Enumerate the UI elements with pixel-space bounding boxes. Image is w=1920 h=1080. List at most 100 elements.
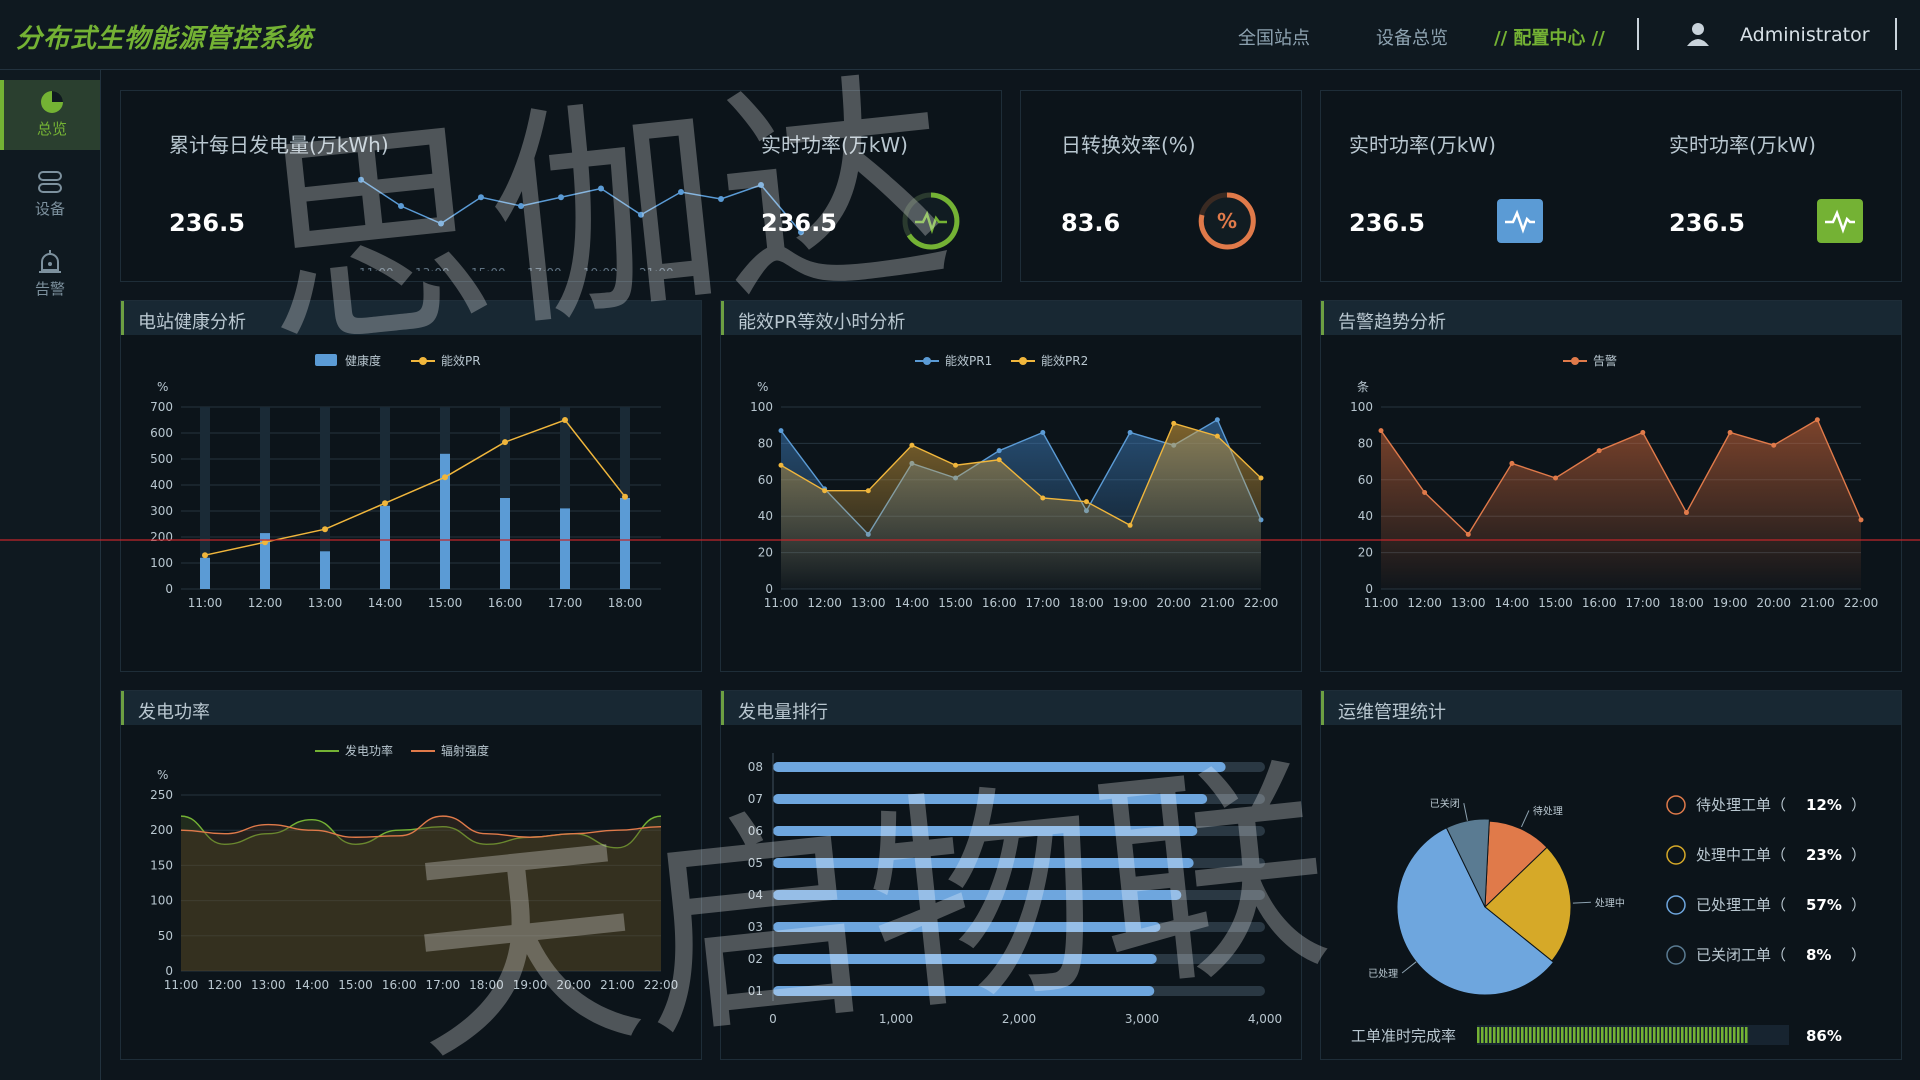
- series-point: [1683, 510, 1689, 516]
- completion-tick: [1485, 1027, 1488, 1043]
- y-tick-label: 60: [758, 473, 773, 487]
- x-tick-label: 22:00: [1244, 596, 1279, 610]
- power-value-1: 236.5: [761, 209, 837, 237]
- series-point: [1171, 420, 1177, 426]
- completion-tick: [1601, 1027, 1604, 1043]
- series-point: [1771, 442, 1777, 448]
- y-tick-label: 40: [758, 509, 773, 523]
- ops-legend-pct: 12%: [1806, 796, 1842, 814]
- x-tick-label: 11:00: [188, 596, 223, 610]
- x-tick-label: 0: [769, 1012, 777, 1026]
- completion-tick: [1641, 1027, 1644, 1043]
- series-point: [1596, 448, 1602, 454]
- y-tick-label: 200: [150, 530, 173, 544]
- close-circle-icon: [1666, 945, 1686, 965]
- completion-tick: [1565, 1027, 1568, 1043]
- completion-tick: [1513, 1027, 1516, 1043]
- sparkline-x-label: 19:00: [583, 266, 618, 271]
- sparkline-point: [478, 194, 484, 201]
- rank-bar: [773, 922, 1161, 932]
- sidebar-item-label: 总览: [36, 120, 67, 138]
- x-tick-label: 18:00: [1069, 596, 1104, 610]
- rank-bar: [773, 762, 1226, 772]
- x-tick-label: 15:00: [938, 596, 973, 610]
- pr-point: [562, 417, 568, 423]
- top-bar: 分布式生物能源管控系统 全国站点 设备总览 // 配置中心 // Adminis…: [0, 0, 1920, 70]
- series-point: [1640, 429, 1646, 435]
- sparkline-x-label: 11:00: [359, 266, 394, 271]
- y-tick-label: 04: [748, 888, 763, 902]
- health-bar: [500, 498, 510, 589]
- completion-tick: [1597, 1027, 1600, 1043]
- completion-tick: [1557, 1027, 1560, 1043]
- pie-leader: [1463, 803, 1468, 821]
- y-tick-label: 80: [758, 436, 773, 450]
- sidebar-item-overview[interactable]: 总览: [0, 80, 100, 150]
- completion-tick: [1725, 1027, 1728, 1043]
- y-tick-label: 200: [150, 823, 173, 837]
- legend-label: 发电功率: [345, 743, 393, 758]
- completion-tick: [1613, 1027, 1616, 1043]
- x-tick-label: 19:00: [1113, 596, 1148, 610]
- y-tick-label: 0: [1365, 582, 1373, 596]
- pulse-blue-icon: [1497, 199, 1543, 243]
- completion-tick: [1517, 1027, 1520, 1043]
- completion-tick: [1545, 1027, 1548, 1043]
- completion-tick: [1561, 1027, 1564, 1043]
- x-tick-label: 20:00: [556, 978, 591, 992]
- series-point: [1214, 433, 1220, 439]
- nav-config-center[interactable]: // 配置中心 //: [1494, 24, 1605, 50]
- pie-leader: [1401, 961, 1417, 974]
- completion-tick: [1489, 1027, 1492, 1043]
- health-bar: [380, 505, 390, 589]
- series-point: [778, 462, 784, 468]
- completion-tick: [1721, 1027, 1724, 1043]
- x-tick-label: 14:00: [895, 596, 930, 610]
- sidebar-item-alarms[interactable]: 告警: [0, 240, 100, 310]
- kpi-panel-efficiency: 日转换效率(%) 83.6 %: [1020, 90, 1302, 282]
- health-title: 电站健康分析: [138, 312, 246, 333]
- nav-national-sites[interactable]: 全国站点: [1238, 24, 1310, 50]
- ops-legend-close: ）: [1851, 796, 1866, 814]
- sparkline-line: [360, 179, 802, 233]
- x-tick-label: 18:00: [1669, 596, 1704, 610]
- ops-legend-label: 待处理工单（: [1696, 796, 1786, 814]
- y-tick-label: 0: [165, 582, 173, 596]
- x-tick-label: 17:00: [548, 596, 583, 610]
- completion-tick: [1573, 1027, 1576, 1043]
- x-tick-label: 19:00: [513, 978, 548, 992]
- completion-tick: [1637, 1027, 1640, 1043]
- nav-device-overview[interactable]: 设备总览: [1376, 24, 1448, 50]
- power-title: 发电功率: [138, 702, 210, 723]
- completion-tick: [1549, 1027, 1552, 1043]
- series-point: [1378, 428, 1384, 434]
- x-tick-label: 21:00: [1800, 596, 1835, 610]
- ops-title: 运维管理统计: [1338, 702, 1446, 723]
- x-tick-label: 17:00: [1626, 596, 1661, 610]
- username[interactable]: Administrator: [1740, 24, 1870, 46]
- sidebar-item-devices[interactable]: 设备: [0, 160, 100, 230]
- completion-tick: [1717, 1027, 1720, 1043]
- pulse-gauge-icon: [902, 192, 960, 250]
- y-tick-label: 250: [150, 788, 173, 802]
- completion-tick: [1705, 1027, 1708, 1043]
- user-icon[interactable]: [1684, 20, 1712, 48]
- y-tick-label: 600: [150, 426, 173, 440]
- y-tick-label: 08: [748, 760, 763, 774]
- ops-chart: 待处理处理中已处理 已关闭 待处理工单（ 12% ） 处理中工单（ 23% ） 已处理工单（ 57…: [1351, 795, 1866, 1045]
- y-axis-unit: %: [757, 380, 768, 394]
- pr-title: 能效PR等效小时分析: [738, 312, 906, 333]
- sparkline-x-label: 17:00: [527, 266, 562, 271]
- completion-tick: [1589, 1027, 1592, 1043]
- completion-tick: [1633, 1027, 1636, 1043]
- x-tick-label: 11:00: [764, 596, 799, 610]
- kpi-panel-main: 累计每日发电量(万kWh) 236.5 11:0013:0015:0017:00…: [120, 90, 1002, 282]
- power-label-1: 实时功率(万kW): [761, 133, 908, 157]
- completion-tick: [1697, 1027, 1700, 1043]
- y-tick-label: 60: [1358, 473, 1373, 487]
- series-point: [1127, 522, 1133, 528]
- legend-label: 能效PR2: [1041, 353, 1088, 368]
- x-tick-label: 20:00: [1756, 596, 1791, 610]
- y-tick-label: 05: [748, 856, 763, 870]
- pr-panel: 能效PR等效小时分析 0 20 40 60 80 100% 11:00 12:00 13:00 1…: [720, 300, 1302, 672]
